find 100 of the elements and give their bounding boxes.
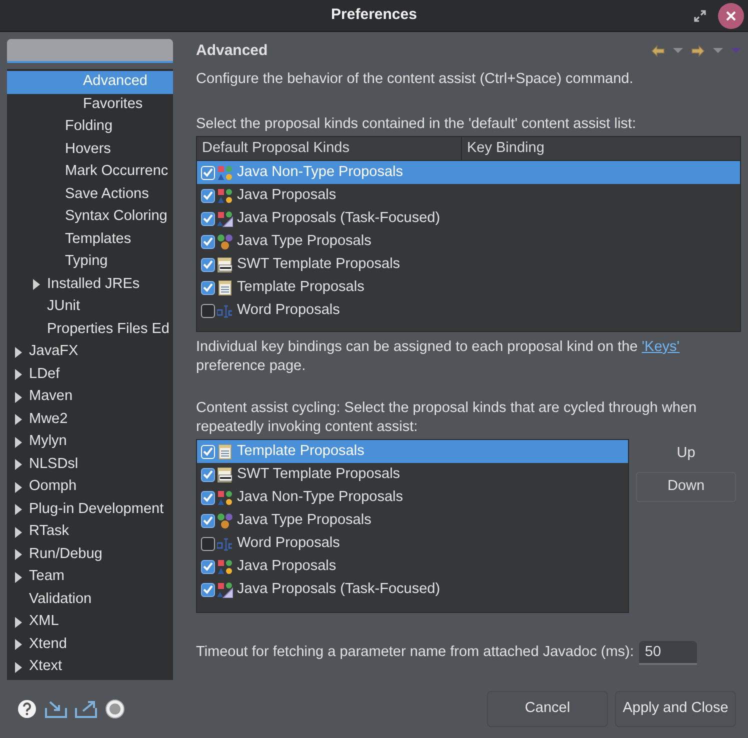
- list-row[interactable]: Template Proposals: [197, 276, 740, 299]
- tree-item[interactable]: Plug-in Development: [7, 498, 173, 521]
- checkbox[interactable]: [201, 258, 215, 272]
- expand-arrow-icon[interactable]: [15, 436, 22, 448]
- tree-item[interactable]: Typing: [7, 251, 173, 274]
- page-title: Advanced: [196, 40, 268, 61]
- list-row[interactable]: Java Proposals (Task-Focused): [197, 578, 628, 601]
- expand-arrow-icon[interactable]: [15, 369, 22, 380]
- checkbox[interactable]: [201, 514, 215, 528]
- checkbox[interactable]: [201, 490, 215, 504]
- checkbox[interactable]: [201, 582, 215, 596]
- expand-arrow-icon[interactable]: [15, 459, 22, 470]
- tree-item[interactable]: Xtext: [7, 656, 173, 678]
- expand-arrow-icon[interactable]: [15, 504, 22, 516]
- document-icon: [217, 280, 233, 296]
- page-description: Configure the behavior of the content assist (Ctrl+Space) command.: [196, 70, 634, 89]
- tree-item[interactable]: Xtend: [7, 634, 173, 656]
- tree-item[interactable]: Mwe2: [7, 408, 173, 431]
- dialog-button[interactable]: Cancel: [487, 691, 608, 727]
- shapes-icon: [217, 582, 233, 598]
- proposal-label: Word Proposals: [237, 534, 340, 553]
- move-button[interactable]: Down: [636, 472, 736, 502]
- checkbox[interactable]: [201, 536, 215, 550]
- tree-item[interactable]: XML: [7, 611, 173, 634]
- expand-arrow-icon[interactable]: [15, 526, 22, 538]
- filter-field[interactable]: [7, 39, 173, 63]
- expand-arrow-icon[interactable]: [33, 279, 40, 290]
- column-header[interactable]: Default Proposal Kinds: [197, 137, 462, 160]
- list-row[interactable]: Java Proposals (Task-Focused): [197, 207, 740, 230]
- tree-item[interactable]: Properties Files Ed: [7, 318, 173, 341]
- tree-item[interactable]: Favorites: [7, 94, 173, 116]
- tree-item[interactable]: Run/Debug: [7, 544, 173, 566]
- expand-arrow-icon[interactable]: [15, 639, 22, 650]
- close-icon: [726, 11, 736, 21]
- list-row[interactable]: Java Type Proposals: [197, 230, 740, 253]
- forward-arrow-icon[interactable]: [691, 45, 705, 57]
- list-row[interactable]: Word Proposals: [197, 532, 628, 555]
- import-icon[interactable]: [45, 700, 67, 718]
- dialog-button[interactable]: Apply and Close: [615, 691, 736, 727]
- tree-item[interactable]: JUnit: [7, 296, 173, 318]
- tree-item[interactable]: Templates: [7, 228, 173, 251]
- tree-item[interactable]: Team: [7, 566, 173, 588]
- tree-item[interactable]: Installed JREs: [7, 274, 173, 296]
- shapes-icon: [217, 164, 233, 180]
- close-button[interactable]: [718, 3, 744, 29]
- text-cursor-icon: [217, 302, 233, 318]
- expand-arrow-icon[interactable]: [15, 392, 22, 403]
- list-row[interactable]: Java Proposals: [197, 555, 628, 578]
- help-icon[interactable]: [17, 699, 37, 719]
- checkbox[interactable]: [201, 280, 215, 294]
- back-arrow-icon[interactable]: [651, 45, 665, 57]
- record-icon[interactable]: [105, 699, 125, 719]
- checkbox[interactable]: [201, 234, 215, 248]
- timeout-field[interactable]: 50: [638, 641, 697, 665]
- export-icon[interactable]: [75, 700, 97, 718]
- tree-item[interactable]: RTask: [7, 521, 173, 544]
- list-row[interactable]: Java Proposals: [197, 184, 740, 207]
- list-row[interactable]: Java Type Proposals: [197, 509, 628, 532]
- expand-arrow-icon[interactable]: [15, 662, 22, 673]
- checkbox[interactable]: [201, 468, 215, 482]
- proposal-label: Java Proposals: [237, 556, 336, 576]
- tree-item[interactable]: LDef: [7, 364, 173, 386]
- tree-item[interactable]: Mylyn: [7, 431, 173, 454]
- expand-arrow-icon[interactable]: [15, 616, 22, 628]
- key-binding-note: Individual key bindings can be assigned to each proposal kind on the 'Keys' preference page.: [196, 338, 681, 376]
- expand-arrow-icon[interactable]: [15, 549, 22, 560]
- tree-item[interactable]: JavaFX: [7, 341, 173, 364]
- tree-item[interactable]: Maven: [7, 386, 173, 408]
- shapes-icon: [217, 188, 233, 204]
- list-row[interactable]: SWT Template Proposals: [197, 463, 628, 486]
- tree-item[interactable]: Save Actions: [7, 184, 173, 206]
- proposal-label: Java Proposals (Task-Focused): [237, 580, 440, 599]
- list-row[interactable]: SWT Template Proposals: [197, 253, 740, 276]
- shapes-icon: [217, 558, 233, 574]
- expand-arrow-icon[interactable]: [15, 346, 22, 358]
- proposal-label: Java Type Proposals: [237, 232, 372, 251]
- maximize-icon[interactable]: [694, 10, 706, 22]
- tree-item[interactable]: NLSDsl: [7, 454, 173, 476]
- tree-item[interactable]: Oomph: [7, 476, 173, 498]
- column-header[interactable]: Key Binding: [462, 137, 740, 160]
- checkbox[interactable]: [201, 212, 215, 226]
- tree-item[interactable]: Syntax Coloring: [7, 206, 173, 228]
- checkbox[interactable]: [201, 304, 215, 318]
- list-row[interactable]: Word Proposals: [197, 299, 740, 322]
- expand-arrow-icon[interactable]: [15, 572, 22, 583]
- expand-arrow-icon[interactable]: [15, 482, 22, 493]
- timeout-label: Timeout for fetching a parameter name from attached Javadoc (ms):: [196, 643, 634, 662]
- move-button[interactable]: Up: [636, 439, 736, 469]
- proposal-label: Template Proposals: [237, 442, 364, 461]
- expand-arrow-icon[interactable]: [15, 414, 22, 426]
- checkbox[interactable]: [201, 560, 215, 574]
- tree-item[interactable]: Validation: [7, 588, 173, 611]
- proposal-label: SWT Template Proposals: [237, 464, 400, 484]
- tree-item[interactable]: Folding: [7, 116, 173, 138]
- checkbox[interactable]: [201, 188, 215, 202]
- tree-item[interactable]: Hovers: [7, 138, 173, 161]
- list-row[interactable]: Java Non-Type Proposals: [197, 486, 628, 509]
- document-icon: [217, 466, 233, 482]
- text-cursor-icon: [217, 536, 233, 552]
- tree-item[interactable]: Mark Occurrenc: [7, 161, 173, 184]
